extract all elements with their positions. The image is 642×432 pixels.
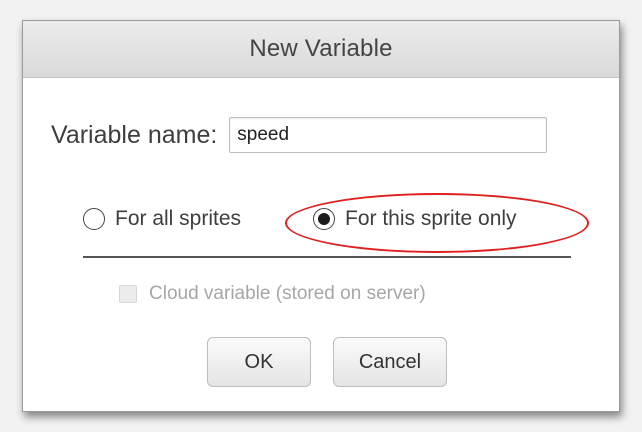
radio-selected-icon[interactable] (313, 208, 335, 230)
radio-label-this-sprite-only: For this sprite only (345, 207, 517, 230)
checkbox-disabled-icon (119, 285, 137, 303)
dialog-header: New Variable (23, 21, 619, 78)
radio-for-this-sprite-only[interactable]: For this sprite only (313, 199, 517, 239)
cloud-variable-row: Cloud variable (stored on server) (119, 283, 426, 305)
radio-unselected-icon[interactable] (83, 208, 105, 230)
divider (83, 256, 571, 258)
radio-for-all-sprites[interactable]: For all sprites (83, 199, 241, 239)
cloud-variable-label: Cloud variable (stored on server) (149, 283, 426, 304)
new-variable-dialog: New Variable Variable name: For all spri… (22, 20, 620, 412)
radio-label-all-sprites: For all sprites (115, 207, 242, 230)
cancel-button[interactable]: Cancel (333, 337, 447, 387)
dialog-title: New Variable (249, 35, 393, 62)
variable-name-input[interactable] (229, 117, 548, 153)
ok-button[interactable]: OK (207, 337, 311, 387)
variable-name-row: Variable name: (51, 117, 548, 153)
variable-name-label: Variable name: (51, 120, 218, 149)
scope-radio-group: For all sprites For this sprite only (23, 199, 619, 239)
